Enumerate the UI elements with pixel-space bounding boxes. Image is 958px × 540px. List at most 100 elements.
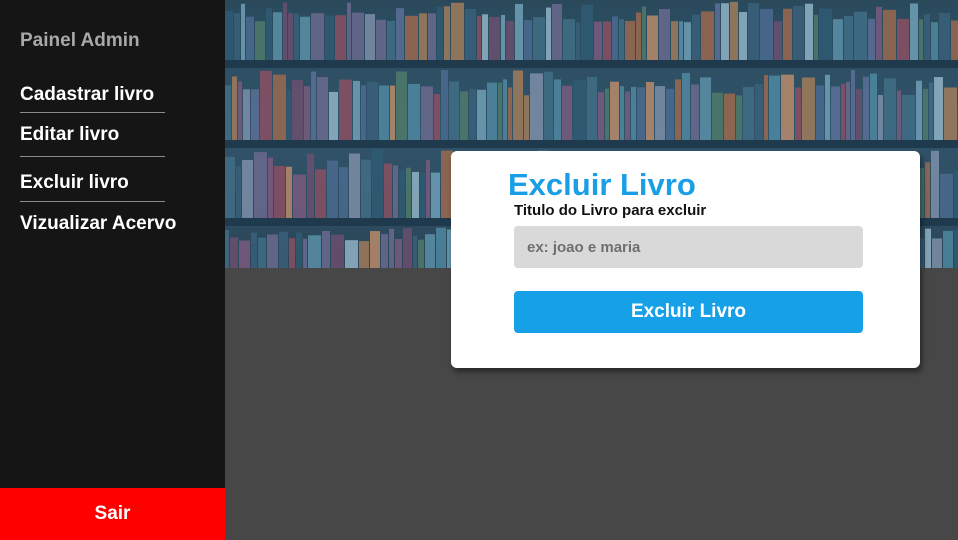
book-spine <box>671 21 678 61</box>
sidebar-item-editar-livro[interactable]: Editar livro <box>20 124 119 146</box>
book-spine <box>876 6 882 60</box>
book-spine <box>631 86 636 140</box>
book-spine <box>503 79 507 140</box>
book-spine <box>469 89 476 140</box>
book-spine <box>625 20 635 60</box>
book-spine <box>910 3 918 60</box>
book-spine <box>353 80 360 140</box>
book-spine <box>279 231 288 268</box>
book-spine <box>515 3 523 61</box>
book-spine <box>352 12 364 60</box>
book-spine <box>393 165 398 218</box>
book-spine <box>805 3 813 60</box>
book-spine <box>379 85 389 140</box>
book-spine <box>239 240 250 268</box>
book-spine <box>506 20 514 61</box>
book-spine <box>246 16 254 60</box>
book-spine <box>774 21 782 60</box>
book-spine <box>396 71 407 140</box>
book-spine <box>610 81 619 140</box>
book-spine <box>387 20 395 60</box>
book-spine <box>230 237 238 268</box>
book-spine <box>236 166 241 218</box>
sidebar-item-vizualizar-acervo[interactable]: Vizualizar Acervo <box>20 213 176 235</box>
book-spine <box>238 81 242 140</box>
book-spine <box>884 78 896 140</box>
book-spine <box>923 88 928 140</box>
book-spine <box>870 73 877 140</box>
book-spine <box>477 15 481 60</box>
book-spine <box>931 150 939 218</box>
book-spine <box>372 149 383 218</box>
book-spine <box>605 88 609 140</box>
book-spine <box>748 3 759 61</box>
sidebar-item-cadastrar-livro[interactable]: Cadastrar livro <box>20 84 154 106</box>
book-spine <box>851 69 855 140</box>
book-spine <box>655 86 665 140</box>
book-spine <box>286 166 292 218</box>
book-spine <box>524 20 532 60</box>
book-spine <box>293 174 306 218</box>
book-spine <box>451 2 464 61</box>
book-spine <box>225 156 235 218</box>
book-spine <box>814 14 818 60</box>
book-spine <box>636 12 641 60</box>
book-spine <box>844 15 853 60</box>
book-spine <box>335 15 346 61</box>
book-spine <box>260 70 272 140</box>
book-title-input[interactable] <box>514 226 863 268</box>
book-spine <box>288 13 293 60</box>
book-spine <box>701 11 714 60</box>
book-spine <box>243 89 250 140</box>
book-spine <box>296 232 302 268</box>
book-spine <box>300 16 310 60</box>
delete-book-button[interactable]: Excluir Livro <box>514 291 863 333</box>
book-spine <box>513 70 523 140</box>
book-spine <box>679 21 683 60</box>
book-spine <box>684 22 691 60</box>
book-spine <box>287 89 291 140</box>
book-spine <box>739 12 747 61</box>
book-spine <box>251 232 257 268</box>
book-spine <box>931 22 938 60</box>
book-spine <box>856 89 862 140</box>
book-spine <box>642 6 646 61</box>
book-spine <box>594 21 602 60</box>
book-spine <box>939 12 950 60</box>
book-spine <box>833 19 843 60</box>
book-spine <box>924 14 930 60</box>
book-spine <box>437 6 443 60</box>
book-spine <box>395 238 402 268</box>
sidebar-item-excluir-livro[interactable]: Excluir livro <box>20 172 129 194</box>
book-spine <box>700 77 711 140</box>
book-spine <box>925 228 931 268</box>
book-spine <box>389 228 394 268</box>
book-spine <box>943 230 953 268</box>
book-spine <box>434 94 440 140</box>
book-spine <box>878 95 883 140</box>
book-spine <box>329 91 338 140</box>
book-spine <box>954 230 958 268</box>
book-spine <box>273 74 286 140</box>
book-spine <box>620 86 624 140</box>
book-spine <box>854 11 867 60</box>
book-spine <box>524 95 529 140</box>
card-title: Excluir Livro <box>508 167 696 202</box>
book-spine <box>919 19 923 60</box>
book-spine <box>283 2 287 61</box>
book-spine <box>501 15 505 61</box>
book-spine <box>232 76 237 140</box>
book-spine <box>234 13 240 61</box>
nav-divider <box>20 156 165 157</box>
book-spine <box>925 162 930 218</box>
book-spine <box>715 3 720 61</box>
book-spine <box>370 231 380 268</box>
book-spine <box>581 4 593 60</box>
book-spine <box>327 160 338 218</box>
book-spine <box>659 8 670 61</box>
book-spine <box>255 21 265 60</box>
logout-button[interactable]: Sair <box>0 488 225 540</box>
book-spine <box>612 16 618 60</box>
book-spine <box>902 94 915 140</box>
book-spine <box>315 169 326 218</box>
